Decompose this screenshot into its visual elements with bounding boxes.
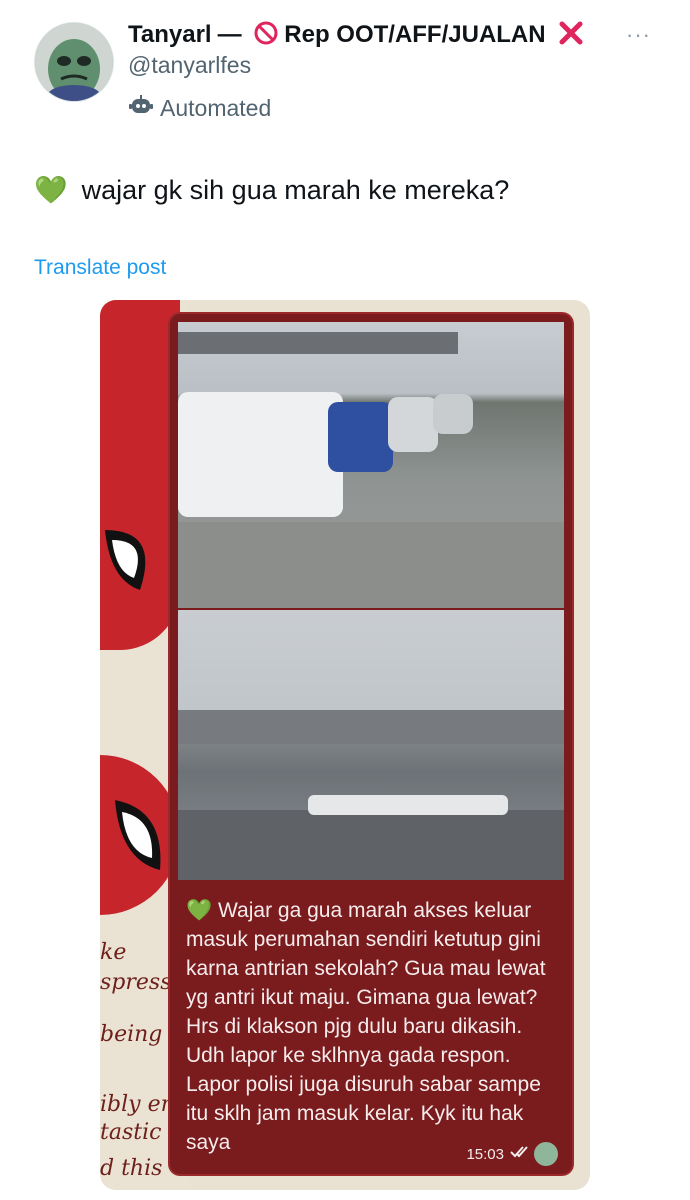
check-icon xyxy=(510,1145,528,1163)
blue-car xyxy=(328,402,393,472)
author-bio-tag: Rep OOT/AFF/JUALAN xyxy=(284,21,546,48)
scribble-text-4: ibly en xyxy=(100,1092,175,1117)
chat-screenshot-card: 💚 Wajar ga gua marah akses keluar masuk … xyxy=(170,314,572,1174)
scribble-text-1: ke xyxy=(100,940,127,965)
green-heart-emoji: 💚 xyxy=(34,175,68,205)
name-separator: — xyxy=(217,21,242,48)
message-meta: 15:03 xyxy=(466,1142,558,1166)
author-handle[interactable]: @tanyarlfes xyxy=(128,52,251,79)
post-media-image[interactable]: ke spress being b ibly en tastic d this … xyxy=(100,300,590,1190)
scribble-text-5: tastic xyxy=(100,1120,162,1145)
post-text: wajar gk sih gua marah ke mereka? xyxy=(81,174,510,205)
automated-badge[interactable]: Automated xyxy=(128,92,271,124)
no-entry-icon xyxy=(254,21,278,52)
chat-message: 💚 Wajar ga gua marah akses keluar masuk … xyxy=(186,896,562,1157)
author-display-name[interactable]: Tanyarl xyxy=(128,21,212,48)
translate-post-link[interactable]: Translate post xyxy=(34,256,166,280)
automated-label: Automated xyxy=(160,94,272,121)
car-distant xyxy=(433,394,473,434)
silver-car xyxy=(388,397,438,452)
photo-queue-cars xyxy=(178,322,564,608)
sender-avatar xyxy=(534,1142,558,1166)
spiderman-eye-top xyxy=(105,530,146,590)
scribble-text-2: spress xyxy=(100,970,172,995)
overpass xyxy=(178,332,458,354)
message-text: Wajar ga gua marah akses keluar masuk pe… xyxy=(186,899,546,1154)
avatar-illustration xyxy=(35,23,113,101)
road-2 xyxy=(178,810,564,880)
spiderman-eye-bottom xyxy=(115,800,161,870)
message-time: 15:03 xyxy=(466,1145,504,1163)
overpass-2 xyxy=(178,710,564,744)
author-name-line[interactable]: Tanyarl — Rep OOT/AFF/JUALAN xyxy=(128,20,584,53)
more-options-button[interactable]: ··· xyxy=(626,22,651,48)
cars-row xyxy=(308,795,508,815)
cross-mark-icon xyxy=(558,20,584,53)
road xyxy=(178,522,564,608)
white-car xyxy=(178,392,343,517)
post-body: 💚 wajar gk sih gua marah ke mereka? xyxy=(34,174,509,206)
photo-intersection xyxy=(178,610,564,880)
scribble-text-6: d this xyxy=(100,1156,163,1181)
message-heart-emoji: 💚 xyxy=(186,899,213,922)
robot-icon xyxy=(128,92,154,124)
author-avatar[interactable] xyxy=(34,22,114,102)
